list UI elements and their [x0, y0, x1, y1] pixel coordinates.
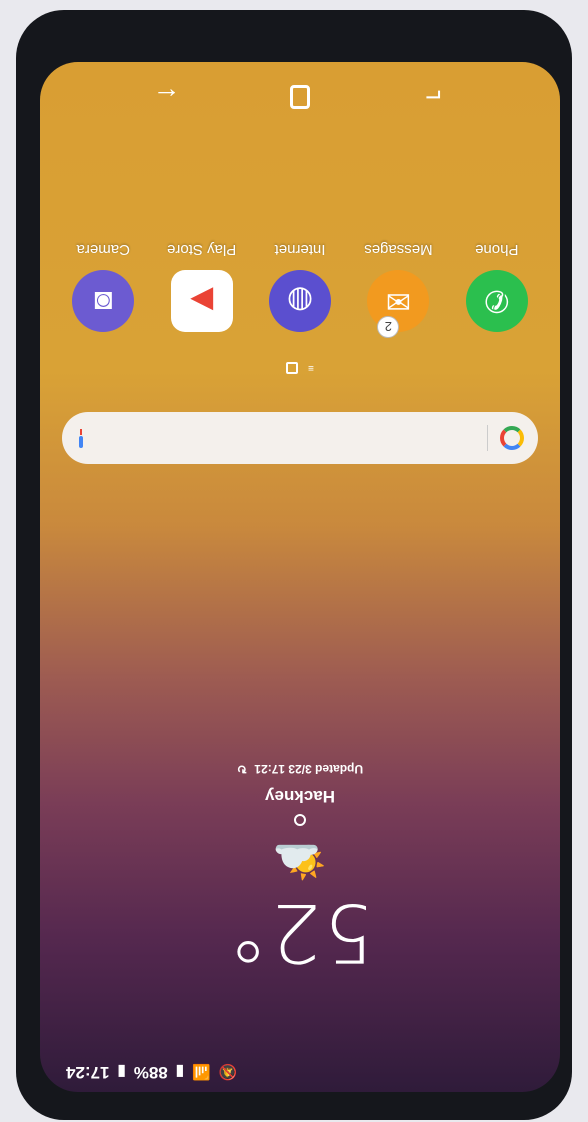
battery-level: 88% — [133, 1063, 168, 1082]
page-lines-icon: ≡ — [308, 362, 314, 374]
app-label: Internet — [274, 241, 326, 258]
weather-location: Hackney — [265, 787, 335, 806]
app-label: Phone — [475, 241, 519, 258]
app-label: Messages — [364, 241, 433, 258]
app-play-store[interactable]: ▶ Play Store — [154, 241, 250, 332]
partly-cloudy-icon: ⛅ — [272, 836, 328, 885]
search-divider — [487, 425, 488, 451]
app-camera[interactable]: ◙ Camera — [55, 241, 151, 332]
home-screen: 🔕 📶 ▮ 88% ▮ 17:24 52° ⛅ Hackney Updated … — [40, 62, 560, 1092]
weather-widget[interactable]: 52° ⛅ Hackney Updated 3/23 17:21 ↻ — [40, 762, 560, 979]
app-dock: ✆ Phone ✉ 2 Messages ◍ Internet ▶ Play S… — [40, 241, 560, 338]
weather-temperature: 52° — [226, 886, 374, 979]
home-button[interactable] — [280, 77, 320, 117]
page-indicator: ≡ — [40, 362, 560, 374]
battery-icon: ▮ — [117, 1063, 126, 1080]
app-messages[interactable]: ✉ 2 Messages — [350, 241, 446, 338]
weather-page-dot — [294, 814, 306, 826]
notification-badge: 2 — [377, 316, 400, 338]
weather-updated: Updated 3/23 17:21 — [254, 762, 364, 776]
status-bar: 🔕 📶 ▮ 88% ▮ 17:24 — [40, 1052, 560, 1092]
weather-updated-row: Updated 3/23 17:21 ↻ — [40, 762, 560, 776]
navigation-bar: ⌐ ← — [40, 62, 560, 132]
back-icon[interactable]: ← — [147, 77, 187, 117]
internet-icon: ◍ — [269, 270, 332, 332]
camera-icon: ◙ — [72, 270, 135, 332]
status-time: 17:24 — [66, 1063, 110, 1082]
app-label: Camera — [76, 241, 130, 258]
home-icon — [290, 85, 311, 109]
phone-icon: ✆ — [465, 270, 528, 332]
mic-icon[interactable] — [76, 428, 86, 448]
play-store-icon: ▶ — [170, 270, 233, 332]
app-phone[interactable]: ✆ Phone — [449, 241, 545, 332]
wifi-icon: 📶 — [192, 1063, 211, 1080]
refresh-icon[interactable]: ↻ — [237, 762, 247, 776]
app-label: Play Store — [167, 241, 237, 258]
recents-icon[interactable]: ⌐ — [413, 77, 453, 117]
signal-icon: ▮ — [175, 1063, 185, 1080]
mute-icon: 🔕 — [218, 1063, 238, 1080]
messages-icon: ✉ 2 — [367, 270, 430, 338]
google-search-bar[interactable] — [62, 412, 538, 464]
app-internet[interactable]: ◍ Internet — [252, 241, 348, 332]
google-icon — [500, 426, 524, 450]
rotated-screen-content: 🔕 📶 ▮ 88% ▮ 17:24 52° ⛅ Hackney Updated … — [40, 62, 560, 1092]
home-page-indicator-icon — [286, 362, 299, 374]
